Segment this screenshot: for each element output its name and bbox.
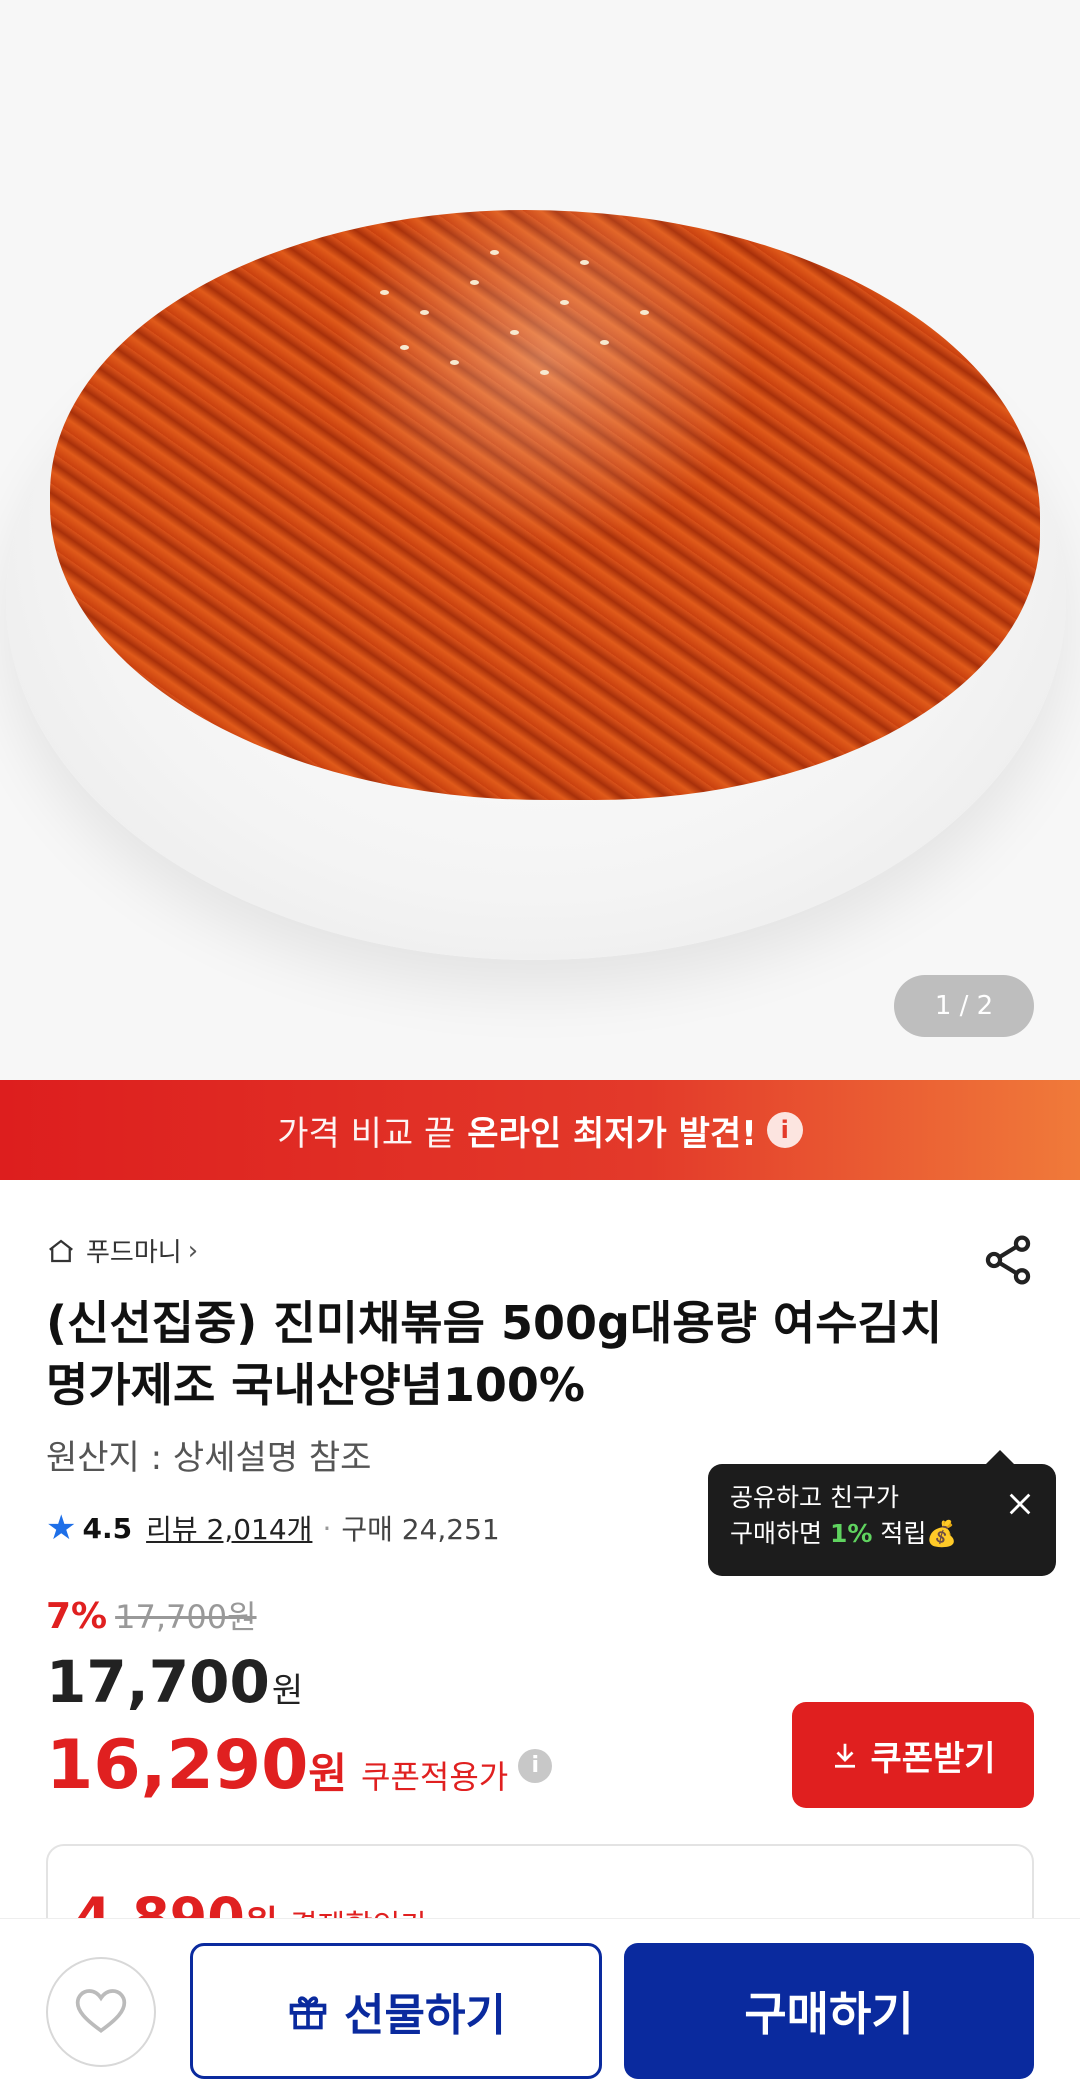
- home-icon: [49, 1239, 73, 1262]
- original-price: 17,700원: [115, 1598, 257, 1636]
- sesame-decoration: [400, 345, 409, 350]
- heart-icon: [75, 1989, 127, 2033]
- chevron-right-icon: ›: [187, 1235, 199, 1266]
- lowest-price-banner[interactable]: 가격 비교 끝 온라인 최저가 발견! i: [0, 1080, 1080, 1180]
- get-coupon-button[interactable]: 쿠폰받기: [792, 1702, 1034, 1808]
- sesame-decoration: [540, 370, 549, 375]
- image-page-indicator: 1 / 2: [894, 975, 1034, 1037]
- sesame-decoration: [600, 340, 609, 345]
- download-icon: [835, 1743, 856, 1768]
- store-name: 푸드마니: [86, 1238, 182, 1268]
- sesame-decoration: [420, 310, 429, 315]
- sesame-decoration: [490, 250, 499, 255]
- rating-score: 4.5: [82, 1511, 133, 1545]
- share-reward-tooltip: 공유하고 친구가 구매하면 1% 적립💰: [708, 1450, 1056, 1576]
- sale-price: 17,700원: [46, 1648, 304, 1716]
- bottom-action-bar: 선물하기 구매하기: [0, 1918, 1080, 2100]
- store-link[interactable]: 푸드마니 ›: [46, 1232, 198, 1269]
- review-link[interactable]: 리뷰 2,014개: [146, 1508, 312, 1548]
- sesame-decoration: [640, 310, 649, 315]
- tooltip-line-1: 공유하고 친구가: [730, 1483, 899, 1512]
- product-title: (신선집중) 진미채볶음 500g대용량 여수김치명가제조 국내산양념100%: [46, 1296, 943, 1412]
- sesame-decoration: [560, 300, 569, 305]
- product-image-gallery[interactable]: 1 / 2: [0, 0, 1080, 1080]
- discount-row: 7% 17,700원: [46, 1592, 257, 1638]
- purchase-count: 구매 24,251: [341, 1513, 500, 1546]
- product-photo-food: [50, 210, 1040, 800]
- share-icon[interactable]: [980, 1232, 1036, 1288]
- banner-light-text: 가격 비교 끝: [277, 1113, 456, 1154]
- star-icon: ★: [46, 1508, 77, 1548]
- buy-button[interactable]: 구매하기: [624, 1943, 1034, 2079]
- sesame-decoration: [580, 260, 589, 265]
- info-icon[interactable]: i: [766, 1112, 803, 1148]
- coupon-price: 16,290: [46, 1726, 309, 1805]
- coupon-price-label: 쿠폰적용가: [361, 1758, 509, 1796]
- reward-rate: 1%: [829, 1519, 873, 1548]
- rating-row: ★ 4.5 리뷰 2,014개 · 구매 24,251: [46, 1508, 500, 1548]
- separator-dot: ·: [322, 1511, 332, 1545]
- sesame-decoration: [510, 330, 519, 335]
- discount-rate: 7%: [46, 1596, 108, 1637]
- tooltip-line-2: 구매하면 1% 적립💰: [730, 1519, 958, 1548]
- sesame-decoration: [380, 290, 389, 295]
- gift-button[interactable]: 선물하기: [190, 1943, 602, 2079]
- coupon-price-unit: 원: [308, 1749, 348, 1798]
- sesame-decoration: [450, 360, 459, 365]
- coupon-price-row: 16,290 원 쿠폰적용가 i: [46, 1726, 553, 1805]
- gift-icon: [289, 1996, 327, 2030]
- sesame-decoration: [470, 280, 479, 285]
- product-origin: 원산지 : 상세설명 참조: [46, 1438, 372, 1478]
- info-icon[interactable]: i: [518, 1748, 553, 1783]
- wishlist-button[interactable]: [46, 1957, 156, 2067]
- close-icon[interactable]: [1006, 1490, 1034, 1518]
- banner-strong-text: 온라인 최저가 발견!: [467, 1113, 757, 1154]
